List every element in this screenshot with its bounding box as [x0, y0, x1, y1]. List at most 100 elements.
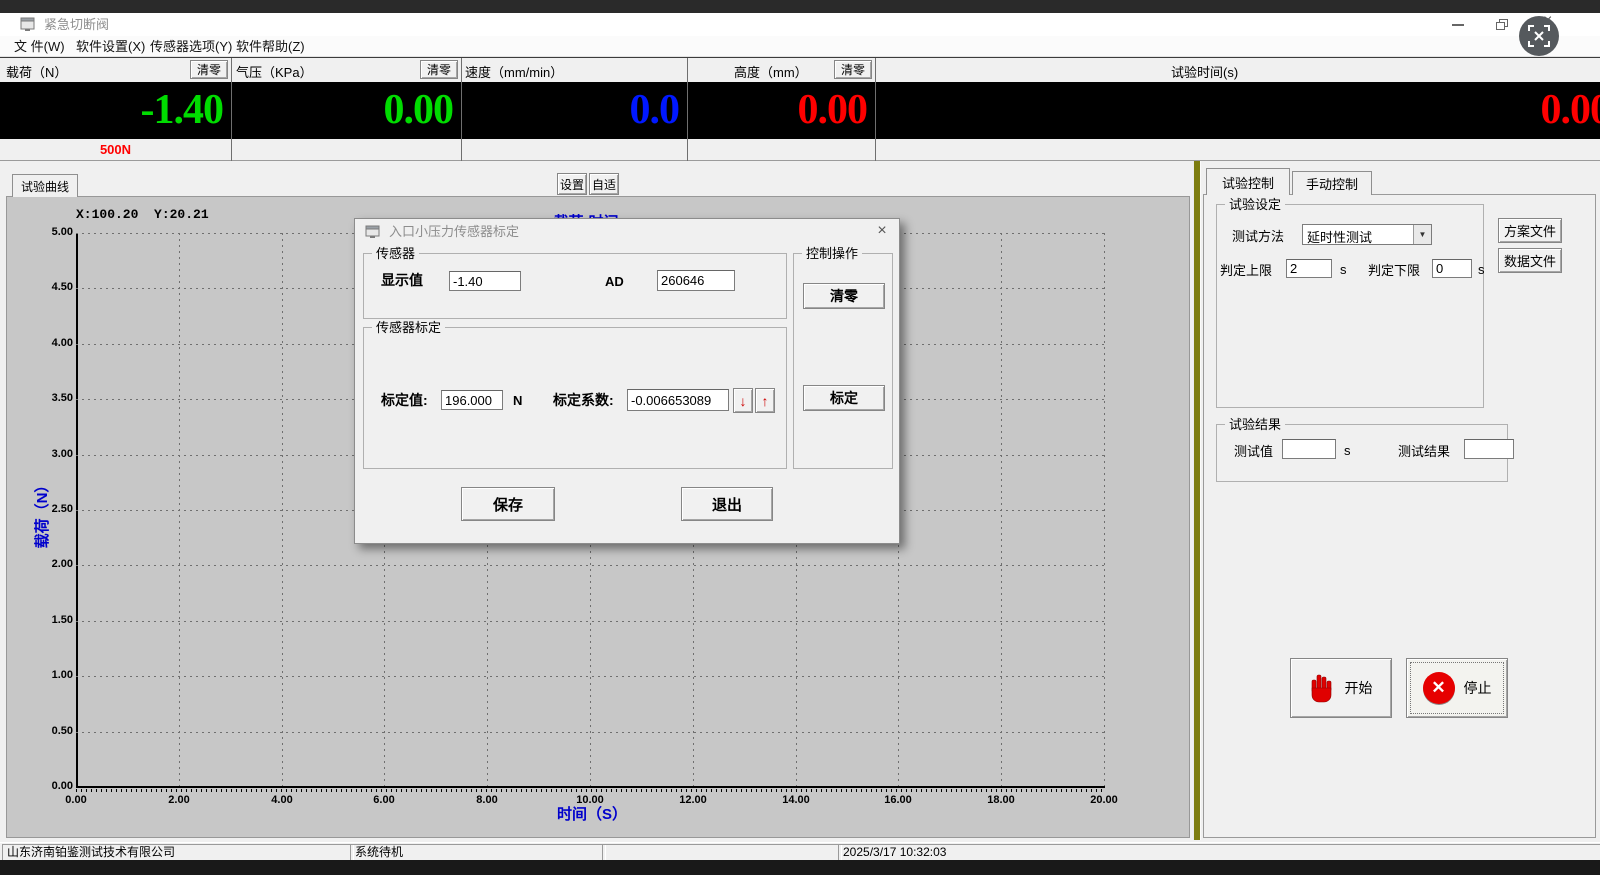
- title-bar: 紧急切断阀: [0, 13, 1600, 36]
- tab-test-control[interactable]: 试验控制: [1206, 168, 1290, 195]
- calibration-unit: N: [513, 393, 522, 408]
- save-button[interactable]: 保存: [461, 487, 555, 521]
- x-tick-label: 2.00: [157, 794, 201, 807]
- coefficient-input[interactable]: [627, 389, 729, 411]
- ad-value-input[interactable]: [657, 270, 735, 291]
- readout-sub: [688, 139, 875, 161]
- status-system-state: 系统待机: [350, 844, 606, 861]
- chart-settings-button[interactable]: 设置: [557, 173, 587, 195]
- start-button[interactable]: 开始: [1290, 658, 1392, 718]
- y-tick-label: 0.50: [31, 725, 73, 738]
- desktop-edge: [0, 860, 1600, 875]
- x-tick-label: 18.00: [979, 794, 1023, 807]
- test-value-unit: s: [1344, 443, 1351, 458]
- coefficient-increase-button[interactable]: ↑: [755, 388, 775, 413]
- calibration-value-input[interactable]: [441, 390, 503, 410]
- readout-label: 速度（mm/min）: [465, 62, 563, 81]
- readout-label: 载荷（N）: [6, 62, 67, 81]
- readout-pressure: 气压（KPa） 清零 0.00: [232, 58, 462, 161]
- chart-autofit-button[interactable]: 自适: [589, 173, 619, 195]
- readout-label: 气压（KPa）: [236, 62, 313, 81]
- menu-bar: 文 件(W) 软件设置(X) 传感器选项(Y) 软件帮助(Z): [0, 36, 1600, 57]
- panel-splitter[interactable]: [1193, 161, 1201, 840]
- y-tick-label: 2.00: [31, 558, 73, 571]
- test-method-label: 测试方法: [1232, 229, 1284, 244]
- coefficient-decrease-button[interactable]: ↓: [733, 388, 753, 413]
- y-tick-label: 1.50: [31, 614, 73, 627]
- status-bar: 山东济南铂鉴测试技术有限公司 系统待机 2025/3/17 10:32:03: [0, 842, 1600, 860]
- readout-height: 高度（mm） 清零 0.00: [688, 58, 876, 161]
- x-tick-label: 4.00: [260, 794, 304, 807]
- status-company: 山东济南铂鉴测试技术有限公司: [2, 844, 354, 861]
- display-value-input[interactable]: [449, 271, 521, 291]
- group-legend: 试验结果: [1225, 417, 1285, 432]
- x-tick-label: 6.00: [362, 794, 406, 807]
- minimize-button[interactable]: [1438, 13, 1478, 36]
- tab-test-curve[interactable]: 试验曲线: [12, 174, 78, 197]
- start-button-label: 开始: [1345, 678, 1373, 698]
- dialog-calibrate-button[interactable]: 标定: [803, 385, 885, 411]
- exit-button[interactable]: 退出: [681, 487, 773, 521]
- speed-value: 0.0: [630, 82, 680, 138]
- hand-icon: [1310, 673, 1336, 703]
- x-tick-label: 10.00: [568, 794, 612, 807]
- calibration-dialog: 入口小压力传感器标定 × 传感器 显示值 AD 控制操作 清零 标定 传感器标定…: [354, 218, 900, 544]
- dialog-zero-button[interactable]: 清零: [803, 283, 885, 309]
- y-tick-label: 3.00: [31, 448, 73, 461]
- test-result-input[interactable]: [1464, 439, 1514, 459]
- upper-limit-label: 判定上限: [1220, 263, 1272, 278]
- load-range: 500N: [0, 139, 231, 161]
- y-tick-label: 4.50: [31, 281, 73, 294]
- y-tick-label: 0.00: [31, 780, 73, 793]
- status-datetime: 2025/3/17 10:32:03: [838, 844, 1600, 861]
- zero-height-button[interactable]: 清零: [834, 60, 872, 79]
- dialog-close-icon[interactable]: ×: [873, 219, 891, 245]
- chevron-down-icon[interactable]: ▼: [1413, 225, 1431, 244]
- test-result-label: 测试结果: [1398, 444, 1450, 459]
- screenshot-overlay-badge[interactable]: [1519, 16, 1559, 56]
- test-value-input[interactable]: [1282, 439, 1336, 459]
- group-legend: 试验设定: [1225, 197, 1285, 212]
- lower-limit-input[interactable]: [1432, 259, 1472, 278]
- dialog-title-bar[interactable]: 入口小压力传感器标定 ×: [355, 219, 899, 245]
- calibration-value-label: 标定值:: [381, 393, 428, 408]
- readout-label: 高度（mm）: [734, 62, 808, 81]
- zero-load-button[interactable]: 清零: [190, 60, 228, 79]
- readout-sub: [232, 139, 461, 161]
- data-file-button[interactable]: 数据文件: [1498, 248, 1562, 273]
- y-tick-label: 5.00: [31, 226, 73, 239]
- app-icon: [20, 17, 36, 32]
- menu-help[interactable]: 软件帮助(Z): [232, 36, 309, 57]
- test-method-dropdown[interactable]: 延时性测试 ▼: [1302, 224, 1432, 245]
- ad-label: AD: [605, 274, 624, 289]
- y-tick-label: 3.50: [31, 392, 73, 405]
- readout-speed: 速度（mm/min） 0.0: [462, 58, 688, 161]
- minimize-icon: [1452, 24, 1464, 26]
- menu-settings[interactable]: 软件设置(X): [72, 36, 149, 57]
- x-tick-label: 8.00: [465, 794, 509, 807]
- restore-button[interactable]: [1482, 13, 1522, 36]
- stop-button[interactable]: ✕ 停止: [1406, 658, 1508, 718]
- lower-limit-label: 判定下限: [1368, 263, 1420, 278]
- screenshot-frame-icon: [1528, 25, 1550, 47]
- height-value: 0.00: [798, 82, 868, 138]
- stop-button-label: 停止: [1464, 678, 1492, 698]
- display-value-label: 显示值: [381, 273, 423, 288]
- test-method-value: 延时性测试: [1307, 227, 1372, 246]
- upper-limit-input[interactable]: [1286, 259, 1332, 278]
- x-tick-label: 0.00: [54, 794, 98, 807]
- y-tick-label: 1.00: [31, 669, 73, 682]
- menu-file[interactable]: 文 件(W): [10, 36, 69, 57]
- pressure-value: 0.00: [384, 82, 454, 138]
- tab-manual-control[interactable]: 手动控制: [1292, 171, 1372, 195]
- scheme-file-button[interactable]: 方案文件: [1498, 218, 1562, 243]
- desktop-edge: [0, 0, 1600, 13]
- group-legend: 传感器: [372, 246, 419, 261]
- x-tick-label: 20.00: [1082, 794, 1126, 807]
- menu-sensor-options[interactable]: 传感器选项(Y): [146, 36, 236, 57]
- group-legend: 传感器标定: [372, 320, 445, 335]
- status-spare: [602, 844, 842, 861]
- zero-pressure-button[interactable]: 清零: [420, 60, 458, 79]
- window-title: 紧急切断阀: [44, 13, 109, 36]
- cursor-coordinates: X:100.20 Y:20.21: [76, 207, 209, 222]
